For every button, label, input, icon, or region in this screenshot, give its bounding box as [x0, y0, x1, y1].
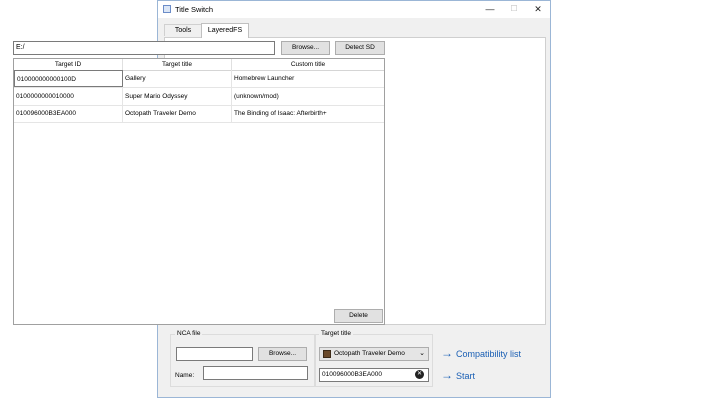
table-cell[interactable]: 010096000B3EA000 — [14, 105, 123, 122]
tab-layeredfs[interactable]: LayeredFS — [201, 23, 249, 38]
column-header[interactable]: Custom title — [232, 59, 384, 70]
app-icon — [163, 5, 171, 13]
column-header[interactable]: Target ID — [14, 59, 123, 70]
table-cell[interactable]: 0100000000010000 — [14, 88, 123, 105]
detect-sd-button[interactable]: Detect SD — [335, 41, 385, 55]
start-link[interactable]: → Start — [441, 369, 475, 382]
column-header[interactable]: Target title — [123, 59, 232, 70]
minimize-button[interactable]: — — [478, 2, 502, 16]
compat-label: Compatibility list — [456, 349, 522, 359]
start-label: Start — [456, 371, 476, 381]
browse-button[interactable]: Browse... — [281, 41, 330, 55]
table-row[interactable]: 010096000B3EA000 Octopath Traveler Demo … — [14, 105, 384, 123]
table-cell[interactable]: 010000000000100D — [14, 70, 123, 87]
nca-file-input[interactable] — [176, 347, 253, 361]
title-bar: Title Switch — ☐ ✕ — [158, 1, 550, 18]
tab-tools[interactable]: Tools — [164, 24, 202, 36]
target-id-input[interactable]: 010096000B3EA000 — [319, 368, 429, 382]
clear-icon[interactable]: ✕ — [415, 370, 424, 379]
nca-browse-button[interactable]: Browse... — [258, 347, 307, 361]
name-input[interactable] — [203, 366, 308, 380]
close-button[interactable]: ✕ — [526, 2, 550, 16]
name-label: Name: — [175, 372, 195, 379]
arrow-right-icon: → — [441, 368, 453, 382]
maximize-button[interactable]: ☐ — [502, 2, 526, 16]
title-table: Target ID Target title Custom title 0100… — [13, 58, 385, 325]
table-cell[interactable]: Super Mario Odyssey — [123, 88, 232, 105]
delete-button[interactable]: Delete — [334, 309, 383, 323]
arrow-right-icon: → — [441, 346, 453, 360]
table-cell[interactable]: The Binding of Isaac: Afterbirth+ — [232, 105, 384, 122]
target-title-select[interactable]: Octopath Traveler Demo ⌄ — [319, 347, 429, 361]
nca-group-label: NCA file — [175, 330, 203, 337]
compatibility-list-link[interactable]: → Compatibility list — [441, 347, 521, 360]
target-group-label: Target title — [319, 330, 353, 337]
window-title: Title Switch — [175, 5, 214, 14]
table-cell[interactable]: Gallery — [123, 70, 232, 87]
table-cell[interactable]: Octopath Traveler Demo — [123, 105, 232, 122]
chevron-down-icon: ⌄ — [419, 350, 425, 357]
table-cell[interactable]: Homebrew Launcher — [232, 70, 384, 87]
path-input[interactable]: E:/ — [13, 41, 275, 55]
game-icon — [323, 350, 331, 358]
table-cell[interactable]: (unknown/mod) — [232, 88, 384, 105]
table-row[interactable]: 0100000000010000 Super Mario Odyssey (un… — [14, 88, 384, 106]
selected-title: Octopath Traveler Demo — [334, 350, 405, 357]
table-row[interactable]: 010000000000100D Gallery Homebrew Launch… — [14, 70, 384, 88]
